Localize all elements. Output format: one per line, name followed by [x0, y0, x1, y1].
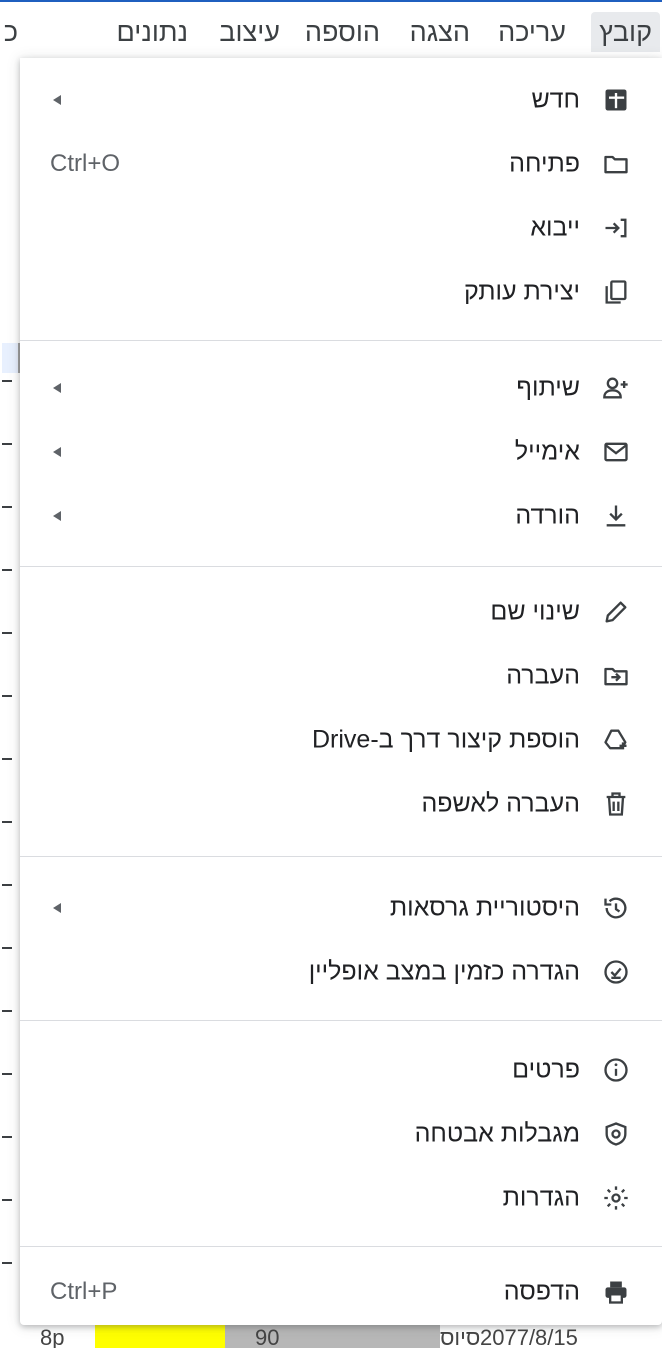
menu-item-label: שיתוף: [516, 373, 580, 402]
menu-item-label: פרטים: [512, 1055, 580, 1084]
sheet-gridline: [2, 695, 12, 697]
menubar: קובץ עריכה הצגה הוספה עיצוב נתונים כ: [0, 2, 662, 58]
menu-separator: [20, 1020, 662, 1021]
sheet-gridline: [2, 632, 12, 634]
add-person-icon: [600, 372, 632, 404]
shortcut-label: Ctrl+P: [50, 1278, 118, 1305]
printer-icon: [600, 1276, 632, 1308]
offline-icon: [600, 956, 632, 988]
security-icon: [600, 1118, 632, 1150]
history-icon: [600, 892, 632, 924]
submenu-arrow-icon: [53, 903, 61, 913]
sheet-gridline: [2, 1136, 12, 1138]
menu-separator: [20, 1246, 662, 1247]
sheet-cell-yellow: [95, 1325, 225, 1348]
menu-item-label: פתיחה: [509, 149, 580, 178]
submenu-arrow-icon: [53, 511, 61, 521]
submenu-arrow-icon: [53, 383, 61, 393]
mail-icon: [600, 436, 632, 468]
sheet-gridline: [2, 443, 12, 445]
sheet-gridline: [2, 884, 12, 886]
sheet-gridline: [2, 1262, 12, 1264]
menu-item-label: שינוי שם: [490, 597, 580, 626]
menu-item-new[interactable]: חדש: [20, 68, 662, 132]
menu-item-make-available-offline[interactable]: הגדרה כזמין במצב אופליין: [20, 940, 662, 1004]
menu-format[interactable]: עיצוב: [211, 12, 288, 52]
menu-item-settings[interactable]: הגדרות: [20, 1166, 662, 1230]
sheet-cell-text: סיוס: [440, 1325, 481, 1348]
sheet-cell-text: 2077/8/15: [480, 1325, 578, 1348]
sheet-gridline: [2, 947, 12, 949]
sheet-gridline: [2, 1073, 12, 1075]
sheet-gridline: [2, 758, 12, 760]
menu-item-label: העברה: [506, 661, 580, 690]
menu-item-label: ייבוא: [530, 213, 580, 242]
menu-item-label: מגבלות אבטחה: [414, 1119, 580, 1148]
sheet-cell-highlight: [2, 343, 20, 373]
menu-tools-partial[interactable]: כ: [0, 12, 26, 52]
sheet-cell-text: 90: [255, 1325, 280, 1348]
sheet-cell-text: 8p: [40, 1325, 65, 1348]
menu-item-security-limitations[interactable]: מגבלות אבטחה: [20, 1102, 662, 1166]
pencil-icon: [600, 596, 632, 628]
new-sheet-icon: [600, 84, 632, 116]
file-menu-dropdown: חדש פתיחה Ctrl+O ייבוא יצירת עותק שיתוף: [20, 58, 662, 1325]
menu-item-label: יצירת עותק: [463, 277, 580, 306]
import-icon: [600, 212, 632, 244]
sheet-gridline: [2, 1010, 12, 1012]
menu-item-label: הגדרה כזמין במצב אופליין: [308, 957, 580, 986]
trash-icon: [600, 788, 632, 820]
info-icon: [600, 1054, 632, 1086]
move-folder-icon: [600, 660, 632, 692]
menu-item-download[interactable]: הורדה: [20, 484, 662, 548]
drive-shortcut-icon: [600, 724, 632, 756]
gear-icon: [600, 1182, 632, 1214]
menu-edit[interactable]: עריכה: [490, 12, 574, 52]
menu-separator: [20, 856, 662, 857]
sheet-gridline: [2, 1199, 12, 1201]
menu-item-label: חדש: [531, 85, 580, 114]
menu-data[interactable]: נתונים: [109, 12, 196, 52]
menu-item-open[interactable]: פתיחה Ctrl+O: [20, 132, 662, 196]
menu-item-label: הוספת קיצור דרך ב-Drive: [312, 725, 580, 754]
menu-item-rename[interactable]: שינוי שם: [20, 580, 662, 644]
menu-item-email[interactable]: אימייל: [20, 420, 662, 484]
submenu-arrow-icon: [53, 447, 61, 457]
menu-item-make-copy[interactable]: יצירת עותק: [20, 260, 662, 324]
shortcut-label: Ctrl+O: [50, 150, 121, 177]
sheet-background: [0, 58, 20, 1348]
menu-item-label: הורדה: [515, 501, 580, 530]
menu-item-import[interactable]: ייבוא: [20, 196, 662, 260]
sheet-gridline: [2, 569, 12, 571]
sheet-gridline: [2, 506, 12, 508]
menu-item-print[interactable]: הדפסה Ctrl+P: [20, 1260, 662, 1324]
menu-item-version-history[interactable]: היסטוריית גרסאות: [20, 876, 662, 940]
menu-item-label: הגדרות: [502, 1183, 580, 1212]
menu-item-label: היסטוריית גרסאות: [389, 893, 580, 922]
menu-separator: [20, 566, 662, 567]
menu-insert[interactable]: הוספה: [297, 12, 388, 52]
menu-item-label: אימייל: [514, 437, 580, 466]
menu-item-label: העברה לאשפה: [421, 789, 580, 818]
submenu-arrow-icon: [53, 95, 61, 105]
menu-item-details[interactable]: פרטים: [20, 1038, 662, 1102]
download-icon: [600, 500, 632, 532]
menu-item-add-shortcut-drive[interactable]: הוספת קיצור דרך ב-Drive: [20, 708, 662, 772]
sheet-gridline: [2, 821, 12, 823]
menu-view[interactable]: הצגה: [402, 12, 478, 52]
sheet-gridline: [2, 380, 12, 382]
menu-file[interactable]: קובץ: [591, 12, 660, 52]
menu-item-move[interactable]: העברה: [20, 644, 662, 708]
menu-item-move-to-trash[interactable]: העברה לאשפה: [20, 772, 662, 836]
menu-item-label: הדפסה: [503, 1277, 580, 1306]
sheet-bottom-row: 8p 90 סיוס 2077/8/15: [0, 1325, 662, 1348]
menu-separator: [20, 340, 662, 341]
copy-icon: [600, 276, 632, 308]
menu-item-share[interactable]: שיתוף: [20, 356, 662, 420]
folder-icon: [600, 148, 632, 180]
